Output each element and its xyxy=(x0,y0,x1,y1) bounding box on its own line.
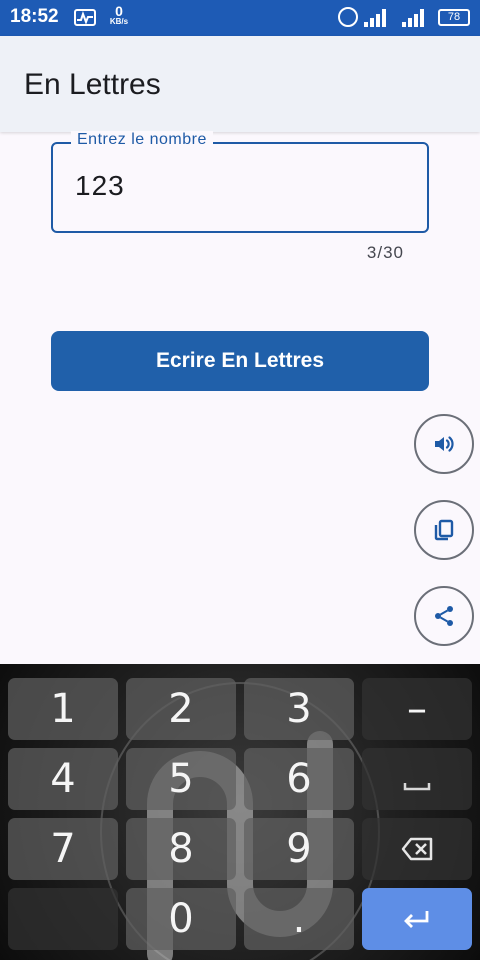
status-time: 18:52 xyxy=(10,6,59,27)
page-title: En Lettres xyxy=(24,68,161,101)
copy-button[interactable] xyxy=(414,500,474,560)
copy-icon xyxy=(434,519,454,541)
key-2[interactable]: 2 xyxy=(126,678,236,740)
key-backspace[interactable] xyxy=(362,818,472,880)
signal-icon xyxy=(364,9,388,27)
backspace-icon xyxy=(401,837,433,861)
character-counter: 3/30 xyxy=(366,243,404,262)
space-icon xyxy=(403,783,431,791)
key-4[interactable]: 4 xyxy=(8,748,118,810)
alarm-icon xyxy=(338,7,358,27)
app-bar: En Lettres xyxy=(0,36,480,132)
key-9[interactable]: 9 xyxy=(244,818,354,880)
key-enter[interactable] xyxy=(362,888,472,950)
key-7[interactable]: 7 xyxy=(8,818,118,880)
key-1[interactable]: 1 xyxy=(8,678,118,740)
share-icon xyxy=(435,606,453,626)
status-icons: 78 xyxy=(320,6,470,30)
number-input-label: Entrez le nombre xyxy=(71,131,213,149)
signal-icon-2 xyxy=(402,9,426,27)
number-input[interactable]: Entrez le nombre 123 xyxy=(51,131,429,233)
activity-icon xyxy=(74,9,96,26)
volume-icon xyxy=(435,436,454,452)
number-input-value[interactable]: 123 xyxy=(75,170,125,202)
key-3[interactable]: 3 xyxy=(244,678,354,740)
net-speed-value: 0 xyxy=(115,3,123,19)
network-speed: 0 KB/s xyxy=(106,4,132,26)
key-0[interactable]: 0 xyxy=(126,888,236,950)
key-dot[interactable]: . xyxy=(244,888,354,950)
status-bar: 18:52 0 KB/s 78 xyxy=(0,0,480,36)
write-in-letters-button[interactable]: Ecrire En Lettres xyxy=(51,331,429,391)
numeric-keyboard: 1 2 3 – 4 5 6 7 8 9 0 . xyxy=(0,664,480,960)
speak-button[interactable] xyxy=(414,414,474,474)
enter-icon xyxy=(404,911,429,928)
key-blank[interactable] xyxy=(8,888,118,950)
key-5[interactable]: 5 xyxy=(126,748,236,810)
key-8[interactable]: 8 xyxy=(126,818,236,880)
key-space[interactable] xyxy=(362,748,472,810)
key-minus[interactable]: – xyxy=(362,678,472,740)
key-6[interactable]: 6 xyxy=(244,748,354,810)
share-button[interactable] xyxy=(414,586,474,646)
net-speed-unit: KB/s xyxy=(109,17,129,26)
battery-icon: 78 xyxy=(438,9,470,26)
